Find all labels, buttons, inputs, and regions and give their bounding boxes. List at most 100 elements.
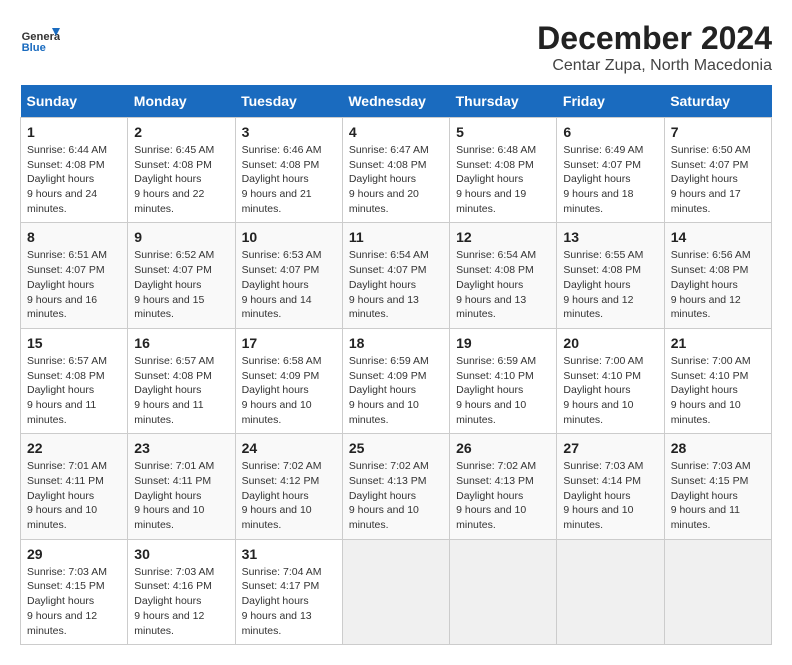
cell-content: Sunrise: 6:57 AM Sunset: 4:08 PM Dayligh… xyxy=(134,354,228,427)
day-header-tuesday: Tuesday xyxy=(235,85,342,118)
calendar-cell: 1 Sunrise: 6:44 AM Sunset: 4:08 PM Dayli… xyxy=(21,118,128,223)
calendar-cell: 11 Sunrise: 6:54 AM Sunset: 4:07 PM Dayl… xyxy=(342,223,449,328)
cell-content: Sunrise: 7:02 AM Sunset: 4:13 PM Dayligh… xyxy=(349,459,443,532)
cell-content: Sunrise: 6:45 AM Sunset: 4:08 PM Dayligh… xyxy=(134,143,228,216)
calendar-cell: 16 Sunrise: 6:57 AM Sunset: 4:08 PM Dayl… xyxy=(128,328,235,433)
calendar-week-2: 15 Sunrise: 6:57 AM Sunset: 4:08 PM Dayl… xyxy=(21,328,772,433)
cell-content: Sunrise: 7:02 AM Sunset: 4:13 PM Dayligh… xyxy=(456,459,550,532)
cell-content: Sunrise: 6:59 AM Sunset: 4:10 PM Dayligh… xyxy=(456,354,550,427)
cell-content: Sunrise: 7:03 AM Sunset: 4:16 PM Dayligh… xyxy=(134,565,228,638)
day-number: 23 xyxy=(134,440,228,456)
day-number: 26 xyxy=(456,440,550,456)
calendar-cell: 10 Sunrise: 6:53 AM Sunset: 4:07 PM Dayl… xyxy=(235,223,342,328)
day-number: 13 xyxy=(563,229,657,245)
cell-content: Sunrise: 6:59 AM Sunset: 4:09 PM Dayligh… xyxy=(349,354,443,427)
cell-content: Sunrise: 6:52 AM Sunset: 4:07 PM Dayligh… xyxy=(134,248,228,321)
day-number: 28 xyxy=(671,440,765,456)
calendar-cell: 20 Sunrise: 7:00 AM Sunset: 4:10 PM Dayl… xyxy=(557,328,664,433)
day-header-friday: Friday xyxy=(557,85,664,118)
cell-content: Sunrise: 7:01 AM Sunset: 4:11 PM Dayligh… xyxy=(134,459,228,532)
day-number: 14 xyxy=(671,229,765,245)
cell-content: Sunrise: 6:47 AM Sunset: 4:08 PM Dayligh… xyxy=(349,143,443,216)
cell-content: Sunrise: 6:58 AM Sunset: 4:09 PM Dayligh… xyxy=(242,354,336,427)
cell-content: Sunrise: 6:56 AM Sunset: 4:08 PM Dayligh… xyxy=(671,248,765,321)
day-number: 30 xyxy=(134,546,228,562)
calendar-cell: 21 Sunrise: 7:00 AM Sunset: 4:10 PM Dayl… xyxy=(664,328,771,433)
cell-content: Sunrise: 6:54 AM Sunset: 4:08 PM Dayligh… xyxy=(456,248,550,321)
day-number: 18 xyxy=(349,335,443,351)
calendar-cell xyxy=(557,539,664,644)
calendar-cell: 9 Sunrise: 6:52 AM Sunset: 4:07 PM Dayli… xyxy=(128,223,235,328)
cell-content: Sunrise: 6:53 AM Sunset: 4:07 PM Dayligh… xyxy=(242,248,336,321)
calendar-cell: 24 Sunrise: 7:02 AM Sunset: 4:12 PM Dayl… xyxy=(235,434,342,539)
logo: General Blue xyxy=(20,20,65,60)
day-number: 6 xyxy=(563,124,657,140)
title-section: December 2024 Centar Zupa, North Macedon… xyxy=(537,20,772,75)
day-header-wednesday: Wednesday xyxy=(342,85,449,118)
day-header-monday: Monday xyxy=(128,85,235,118)
cell-content: Sunrise: 6:46 AM Sunset: 4:08 PM Dayligh… xyxy=(242,143,336,216)
calendar-cell: 27 Sunrise: 7:03 AM Sunset: 4:14 PM Dayl… xyxy=(557,434,664,539)
calendar-cell xyxy=(342,539,449,644)
cell-content: Sunrise: 7:00 AM Sunset: 4:10 PM Dayligh… xyxy=(671,354,765,427)
calendar-cell: 7 Sunrise: 6:50 AM Sunset: 4:07 PM Dayli… xyxy=(664,118,771,223)
day-number: 2 xyxy=(134,124,228,140)
day-header-sunday: Sunday xyxy=(21,85,128,118)
cell-content: Sunrise: 7:03 AM Sunset: 4:15 PM Dayligh… xyxy=(671,459,765,532)
day-number: 24 xyxy=(242,440,336,456)
day-number: 8 xyxy=(27,229,121,245)
calendar-cell: 31 Sunrise: 7:04 AM Sunset: 4:17 PM Dayl… xyxy=(235,539,342,644)
calendar-cell: 25 Sunrise: 7:02 AM Sunset: 4:13 PM Dayl… xyxy=(342,434,449,539)
calendar-cell: 5 Sunrise: 6:48 AM Sunset: 4:08 PM Dayli… xyxy=(450,118,557,223)
calendar-cell: 2 Sunrise: 6:45 AM Sunset: 4:08 PM Dayli… xyxy=(128,118,235,223)
calendar-cell: 13 Sunrise: 6:55 AM Sunset: 4:08 PM Dayl… xyxy=(557,223,664,328)
cell-content: Sunrise: 7:03 AM Sunset: 4:14 PM Dayligh… xyxy=(563,459,657,532)
cell-content: Sunrise: 7:02 AM Sunset: 4:12 PM Dayligh… xyxy=(242,459,336,532)
calendar-cell: 26 Sunrise: 7:02 AM Sunset: 4:13 PM Dayl… xyxy=(450,434,557,539)
cell-content: Sunrise: 6:51 AM Sunset: 4:07 PM Dayligh… xyxy=(27,248,121,321)
day-number: 29 xyxy=(27,546,121,562)
day-number: 9 xyxy=(134,229,228,245)
day-number: 3 xyxy=(242,124,336,140)
calendar-week-1: 8 Sunrise: 6:51 AM Sunset: 4:07 PM Dayli… xyxy=(21,223,772,328)
cell-content: Sunrise: 7:04 AM Sunset: 4:17 PM Dayligh… xyxy=(242,565,336,638)
svg-text:Blue: Blue xyxy=(22,42,46,54)
calendar-week-4: 29 Sunrise: 7:03 AM Sunset: 4:15 PM Dayl… xyxy=(21,539,772,644)
month-title: December 2024 xyxy=(537,20,772,57)
calendar-cell: 18 Sunrise: 6:59 AM Sunset: 4:09 PM Dayl… xyxy=(342,328,449,433)
day-header-thursday: Thursday xyxy=(450,85,557,118)
day-number: 7 xyxy=(671,124,765,140)
calendar-cell: 15 Sunrise: 6:57 AM Sunset: 4:08 PM Dayl… xyxy=(21,328,128,433)
calendar-cell: 23 Sunrise: 7:01 AM Sunset: 4:11 PM Dayl… xyxy=(128,434,235,539)
day-number: 20 xyxy=(563,335,657,351)
calendar-week-3: 22 Sunrise: 7:01 AM Sunset: 4:11 PM Dayl… xyxy=(21,434,772,539)
calendar-cell: 6 Sunrise: 6:49 AM Sunset: 4:07 PM Dayli… xyxy=(557,118,664,223)
day-number: 5 xyxy=(456,124,550,140)
cell-content: Sunrise: 6:55 AM Sunset: 4:08 PM Dayligh… xyxy=(563,248,657,321)
day-number: 25 xyxy=(349,440,443,456)
calendar-cell: 29 Sunrise: 7:03 AM Sunset: 4:15 PM Dayl… xyxy=(21,539,128,644)
cell-content: Sunrise: 7:01 AM Sunset: 4:11 PM Dayligh… xyxy=(27,459,121,532)
cell-content: Sunrise: 6:57 AM Sunset: 4:08 PM Dayligh… xyxy=(27,354,121,427)
day-number: 19 xyxy=(456,335,550,351)
day-number: 4 xyxy=(349,124,443,140)
cell-content: Sunrise: 6:44 AM Sunset: 4:08 PM Dayligh… xyxy=(27,143,121,216)
calendar-cell: 12 Sunrise: 6:54 AM Sunset: 4:08 PM Dayl… xyxy=(450,223,557,328)
calendar-cell: 17 Sunrise: 6:58 AM Sunset: 4:09 PM Dayl… xyxy=(235,328,342,433)
calendar-cell xyxy=(664,539,771,644)
day-number: 15 xyxy=(27,335,121,351)
cell-content: Sunrise: 7:03 AM Sunset: 4:15 PM Dayligh… xyxy=(27,565,121,638)
day-number: 12 xyxy=(456,229,550,245)
day-number: 1 xyxy=(27,124,121,140)
day-number: 11 xyxy=(349,229,443,245)
calendar-cell: 19 Sunrise: 6:59 AM Sunset: 4:10 PM Dayl… xyxy=(450,328,557,433)
calendar-cell: 14 Sunrise: 6:56 AM Sunset: 4:08 PM Dayl… xyxy=(664,223,771,328)
calendar-header-row: SundayMondayTuesdayWednesdayThursdayFrid… xyxy=(21,85,772,118)
location-title: Centar Zupa, North Macedonia xyxy=(537,57,772,75)
day-number: 27 xyxy=(563,440,657,456)
day-number: 21 xyxy=(671,335,765,351)
svg-text:General: General xyxy=(22,31,60,43)
calendar-cell xyxy=(450,539,557,644)
calendar-cell: 30 Sunrise: 7:03 AM Sunset: 4:16 PM Dayl… xyxy=(128,539,235,644)
calendar-body: 1 Sunrise: 6:44 AM Sunset: 4:08 PM Dayli… xyxy=(21,118,772,645)
